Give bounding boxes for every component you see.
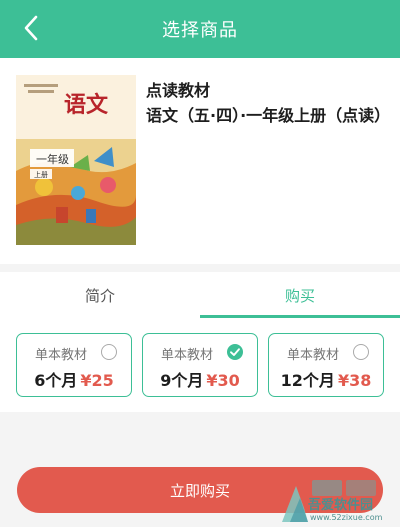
- product-title: 语文（五·四）·一年级上册（点读）: [146, 106, 391, 125]
- book-cover-image: 语文 一年级 上册: [16, 75, 136, 245]
- watermark-url: www.52zixue.com: [310, 513, 383, 522]
- radio-unchecked-icon: [101, 344, 117, 360]
- product-category: 点读教材: [146, 81, 211, 100]
- plan-duration: 9个月: [160, 371, 204, 390]
- plan-price-row: 6个月 ¥25: [17, 367, 131, 391]
- plan-duration: 6个月: [34, 371, 78, 390]
- plan-option-9-months[interactable]: 单本教材 9个月 ¥30: [142, 333, 258, 397]
- plan-duration: 12个月: [280, 371, 335, 390]
- plan-option-12-months[interactable]: 单本教材 12个月 ¥38: [268, 333, 384, 397]
- cover-grade-text: 一年级: [36, 153, 69, 166]
- plan-name: 单本教材: [161, 348, 214, 363]
- plan-price: ¥38: [337, 371, 372, 390]
- plan-price-row: 9个月 ¥30: [143, 367, 257, 391]
- top-nav-bar: 选择商品: [0, 0, 400, 58]
- plan-price: ¥25: [80, 371, 114, 390]
- plan-price: ¥30: [206, 371, 240, 390]
- cover-subject-text: 语文: [64, 92, 109, 118]
- back-button[interactable]: [14, 10, 50, 46]
- plan-options: 单本教材 6个月 ¥25 单本教材 9个月 ¥30 单本教材 12个月 ¥38: [0, 318, 400, 412]
- tab-buy[interactable]: 购买: [200, 272, 400, 318]
- watermark-name: 吾爱软件园: [308, 498, 374, 513]
- plan-option-6-months[interactable]: 单本教材 6个月 ¥25: [16, 333, 132, 397]
- page-title: 选择商品: [162, 20, 238, 41]
- plan-price-row: 12个月 ¥38: [269, 367, 383, 391]
- product-info: 语文 一年级 上册 点读教材 语文（五·四）·一年级上册（点读）: [0, 58, 400, 264]
- cover-volume-text: 上册: [34, 171, 48, 179]
- tab-bar: 简介 购买: [0, 272, 400, 318]
- plan-name: 单本教材: [35, 348, 88, 363]
- watermark-logo: 吾爱软件园 www.52zixue.com: [278, 478, 400, 527]
- plan-name: 单本教材: [287, 348, 340, 363]
- check-circle-icon: [227, 344, 243, 360]
- chevron-left-icon: [24, 15, 38, 41]
- radio-unchecked-icon: [353, 344, 369, 360]
- tab-intro[interactable]: 简介: [0, 272, 200, 318]
